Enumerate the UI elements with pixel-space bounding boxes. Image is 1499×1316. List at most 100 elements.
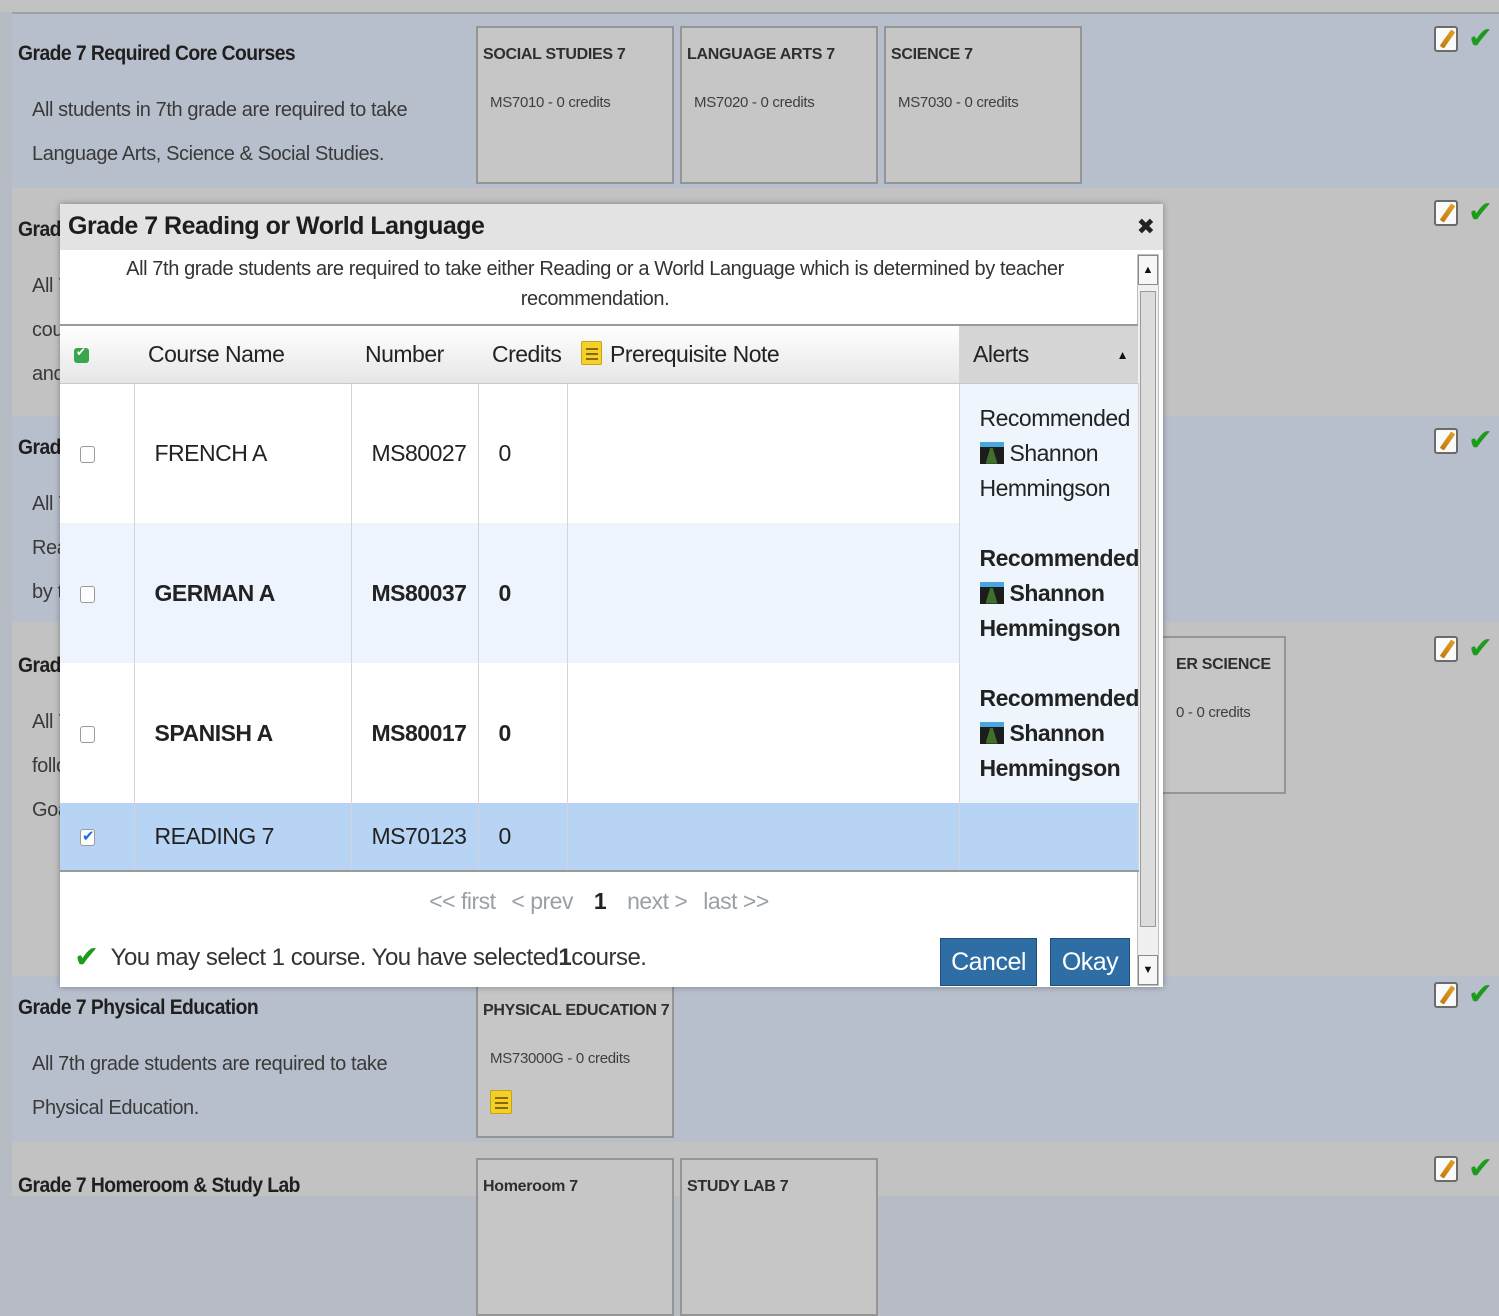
row-actions: ✔ (1433, 632, 1493, 665)
course-name-cell: SPANISH A (134, 663, 352, 803)
pager-next-link[interactable]: next > (627, 888, 688, 914)
select-all-checkbox-icon[interactable] (74, 345, 89, 364)
course-card-name: Homeroom 7 (483, 1178, 578, 1195)
edit-pencil-icon[interactable] (1433, 200, 1458, 226)
alert-label: Recommended (979, 684, 1140, 711)
modal-scrollbar[interactable]: ▲ ▼ (1137, 254, 1159, 986)
column-header-number[interactable]: Number (351, 324, 478, 384)
alert-person-last: Hemmingson (979, 754, 1121, 781)
course-card-language-arts[interactable]: LANGUAGE ARTS 7 MS7020 - 0 credits (680, 26, 878, 184)
group-title: Grad (18, 436, 61, 459)
cancel-button[interactable]: Cancel (940, 938, 1037, 986)
table-row[interactable]: GERMAN A MS80037 0 Recommended Shannon H… (60, 523, 1139, 663)
course-card-number: 0 - 0 credits (1176, 704, 1251, 721)
prerequisite-note-cell (567, 803, 960, 872)
course-card-social-studies[interactable]: SOCIAL STUDIES 7 MS7010 - 0 credits (476, 26, 674, 184)
course-card-study-lab[interactable]: STUDY LAB 7 (680, 1158, 878, 1316)
top-strip (0, 0, 1499, 12)
course-card-name: SCIENCE 7 (891, 46, 973, 63)
status-suffix: course. (571, 943, 647, 971)
course-number-cell: MS70123 (351, 803, 479, 872)
group-row-pe: Grade 7 Physical Education All 7th grade… (12, 976, 1499, 1142)
okay-button[interactable]: Okay (1050, 938, 1130, 986)
scroll-down-arrow-icon[interactable]: ▼ (1138, 955, 1158, 985)
modal-header: Grade 7 Reading or World Language ✖ (60, 204, 1163, 250)
checkmark-icon: ✔ (1467, 196, 1493, 229)
pagination: << first < prev 1 next > last >> (60, 888, 1138, 915)
modal-description: All 7th grade students are required to t… (126, 258, 1064, 310)
checkmark-icon: ✔ (1467, 978, 1493, 1011)
row-select-cell[interactable] (60, 663, 135, 803)
row-checkbox[interactable] (80, 446, 95, 464)
course-card-name: ER SCIENCE (1176, 656, 1271, 673)
checkmark-icon: ✔ (74, 941, 99, 974)
group-description: All students in 7th grade are required t… (32, 99, 408, 165)
row-actions: ✔ (1433, 22, 1493, 55)
edit-pencil-icon[interactable] (1433, 636, 1458, 662)
group-row-homeroom: Grade 7 Homeroom & Study Lab Homeroom 7 … (12, 1142, 1499, 1316)
column-header-alerts[interactable]: Alerts ▲ (959, 324, 1138, 384)
alert-person: Shannon (979, 436, 1138, 471)
column-header-credits[interactable]: Credits (478, 324, 567, 384)
table-header-row: Course Name Number Credits Prerequisite … (60, 324, 1138, 384)
scroll-up-arrow-icon[interactable]: ▲ (1138, 255, 1158, 285)
row-actions: ✔ (1433, 196, 1493, 229)
scroll-thumb[interactable] (1140, 291, 1156, 927)
course-card-name: SOCIAL STUDIES 7 (483, 46, 626, 63)
prerequisite-note-icon[interactable] (490, 1090, 512, 1114)
course-card-number: MS7010 - 0 credits (490, 94, 611, 111)
column-header-label: Prerequisite Note (610, 340, 780, 367)
row-checkbox-checked[interactable] (80, 827, 95, 847)
prerequisite-note-cell (567, 383, 960, 523)
course-card-name: LANGUAGE ARTS 7 (687, 46, 835, 63)
alert-person: Shannon (979, 576, 1138, 611)
table-row-selected[interactable]: READING 7 MS70123 0 (60, 803, 1139, 872)
column-header-label: Alerts (973, 340, 1029, 367)
alert-person-first: Shannon (1009, 579, 1105, 606)
modal-title: Grade 7 Reading or World Language (68, 212, 485, 240)
course-card-name: PHYSICAL EDUCATION 7 (483, 1002, 670, 1019)
close-icon[interactable]: ✖ (1137, 214, 1155, 240)
checkmark-icon: ✔ (1467, 632, 1493, 665)
row-select-cell[interactable] (60, 523, 135, 663)
edit-pencil-icon[interactable] (1433, 428, 1458, 454)
pager-first-link[interactable]: << first (429, 888, 496, 914)
alert-person-first: Shannon (1009, 719, 1105, 746)
table-row[interactable]: SPANISH A MS80017 0 Recommended Shannon … (60, 663, 1140, 803)
edit-pencil-icon[interactable] (1433, 1156, 1458, 1182)
course-number-cell: MS80037 (351, 523, 479, 663)
road-icon (979, 581, 1004, 604)
group-title: Grade 7 Required Core Courses (18, 42, 296, 65)
row-select-cell[interactable] (60, 803, 135, 872)
edit-pencil-icon[interactable] (1433, 26, 1458, 52)
select-all-header[interactable] (60, 324, 134, 384)
row-actions: ✔ (1433, 1154, 1493, 1184)
course-card-homeroom[interactable]: Homeroom 7 (476, 1158, 674, 1316)
course-name-cell: FRENCH A (134, 383, 352, 523)
checkmark-icon: ✔ (1467, 22, 1493, 55)
checkmark-icon: ✔ (1467, 424, 1493, 457)
pager-current-page: 1 (593, 888, 607, 914)
alert-cell: Recommended Shannon Hemmingson (959, 383, 1139, 523)
column-header-course-name[interactable]: Course Name (134, 324, 351, 384)
edit-pencil-icon[interactable] (1433, 982, 1458, 1008)
alert-person-last: Hemmingson (979, 614, 1121, 641)
prerequisite-note-cell (567, 663, 960, 803)
row-select-cell[interactable] (60, 383, 135, 523)
row-checkbox[interactable] (80, 725, 95, 743)
course-card-science[interactable]: SCIENCE 7 MS7030 - 0 credits (884, 26, 1082, 184)
course-card-number: MS7020 - 0 credits (694, 94, 815, 111)
prerequisite-note-cell (567, 523, 960, 663)
course-credits-cell: 0 (478, 663, 568, 803)
group-title: Grad (18, 654, 61, 677)
note-icon (581, 340, 602, 365)
pager-last-link[interactable]: last >> (703, 888, 769, 914)
status-count: 1 (558, 943, 572, 971)
course-credits-cell: 0 (478, 383, 568, 523)
pager-prev-link[interactable]: < prev (511, 888, 573, 914)
group-title: Grade 7 Homeroom & Study Lab (18, 1174, 300, 1197)
course-card-physical-education[interactable]: PHYSICAL EDUCATION 7 MS73000G - 0 credit… (476, 980, 674, 1138)
column-header-prerequisite-note[interactable]: Prerequisite Note (567, 324, 959, 384)
table-row[interactable]: FRENCH A MS80027 0 Recommended Shannon H… (60, 383, 1139, 523)
row-checkbox[interactable] (80, 585, 95, 603)
